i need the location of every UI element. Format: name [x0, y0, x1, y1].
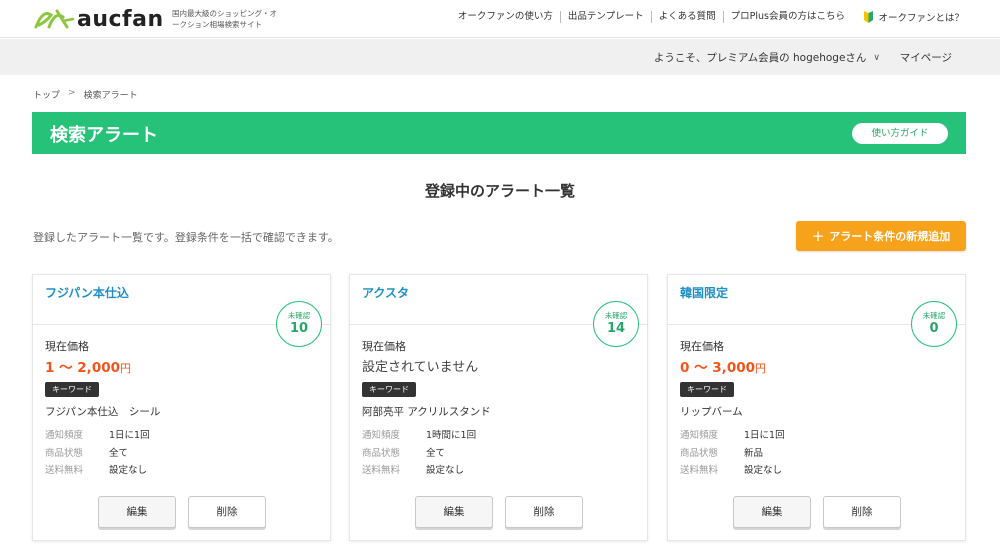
delete-button[interactable]: 削除: [188, 496, 266, 528]
unread-label: 未確認: [287, 311, 311, 320]
price-range: 0 ～ 3,000円: [680, 356, 766, 376]
unread-badge: 未確認 0: [911, 301, 957, 347]
keyword-badge: キーワード: [680, 382, 734, 397]
breadcrumb-top[interactable]: トップ: [33, 88, 60, 101]
guide-button[interactable]: 使い方ガイド: [852, 123, 948, 144]
price-value: 1 ～ 2,000: [45, 360, 120, 376]
alert-title-link[interactable]: アクスタ: [362, 284, 409, 301]
about-link[interactable]: オークファンとは？: [864, 10, 964, 24]
price-value: 0 ～ 3,000: [680, 360, 755, 376]
price-unit: 円: [755, 362, 766, 375]
keyword-text: リップバーム: [680, 406, 743, 418]
about-label: オークファンとは？: [878, 13, 964, 24]
add-alert-button[interactable]: + アラート条件の新規追加: [796, 221, 966, 251]
nav-link-how-to-use[interactable]: オークファンの使い方: [451, 11, 560, 23]
condition-label: 商品状態: [680, 447, 719, 459]
frequency-label: 通知頻度: [362, 430, 401, 441]
price-label: 現在価格: [362, 340, 406, 353]
edit-button[interactable]: 編集: [98, 496, 176, 528]
shipping-label: 送料無料: [680, 465, 719, 476]
condition-value: 全て: [426, 447, 446, 459]
frequency-label: 通知頻度: [680, 430, 719, 441]
shipping-value: 設定なし: [426, 465, 465, 476]
add-alert-label: アラート条件の新規追加: [829, 230, 951, 243]
logo-tagline: 国内最大級のショッピング・オークション相場検索サイト: [172, 9, 277, 29]
plus-icon: +: [811, 226, 825, 245]
page-title: 検索アラート: [50, 125, 158, 146]
unread-count: 14: [606, 321, 626, 336]
welcome-text: ようこそ、プレミアム会員の hogehogeさん: [653, 52, 867, 64]
condition-label: 商品状態: [45, 447, 84, 459]
nav-link-listing-template[interactable]: 出品テンプレート: [559, 11, 651, 23]
price-not-set: 設定されていません: [362, 360, 479, 375]
frequency-label: 通知頻度: [45, 430, 84, 441]
breadcrumb: トップ > 検索アラート: [33, 88, 138, 101]
user-bar: ようこそ、プレミアム会員の hogehogeさん ∨ マイページ: [0, 39, 1000, 75]
beginner-mark-icon: [864, 11, 874, 23]
frequency-value: 1時間に1回: [426, 430, 477, 441]
shipping-value: 設定なし: [109, 465, 148, 476]
alert-card: フジパン本仕込 未確認 10 現在価格 1 ～ 2,000円 キーワード フジパ…: [32, 274, 331, 541]
delete-button[interactable]: 削除: [823, 496, 901, 528]
shipping-label: 送料無料: [45, 465, 84, 476]
unread-count: 0: [929, 321, 939, 336]
condition-value: 全て: [109, 447, 129, 459]
mypage-link[interactable]: マイページ: [900, 50, 952, 65]
condition-value: 新品: [744, 447, 764, 459]
alert-settings: 通知頻度 1時間に1回 商品状態 全て 送料無料 設定なし: [362, 427, 476, 480]
keyword-badge: キーワード: [45, 382, 99, 397]
condition-label: 商品状態: [362, 447, 401, 459]
price-label: 現在価格: [45, 340, 89, 353]
unread-label: 未確認: [922, 311, 946, 320]
delete-button[interactable]: 削除: [505, 496, 583, 528]
alert-card: 韓国限定 未確認 0 現在価格 0 ～ 3,000円 キーワード リップバーム …: [667, 274, 966, 541]
edit-button[interactable]: 編集: [733, 496, 811, 528]
section-title: 登録中のアラート一覧: [424, 182, 575, 200]
breadcrumb-separator-icon: >: [68, 88, 76, 98]
frequency-value: 1日に1回: [744, 430, 785, 441]
aucfan-logo[interactable]: aucfan: [33, 6, 164, 32]
price-label: 現在価格: [680, 340, 724, 353]
page-banner: 検索アラート 使い方ガイド: [32, 112, 966, 154]
chevron-down-icon: ∨: [873, 52, 880, 63]
frequency-value: 1日に1回: [109, 430, 150, 441]
price-unit: 円: [120, 362, 131, 375]
top-header: aucfan 国内最大級のショッピング・オークション相場検索サイト オークファン…: [0, 0, 1000, 38]
top-nav: オークファンの使い方 出品テンプレート よくある質問 プロPlus会員の方はこち…: [451, 11, 852, 23]
keyword-text: 阿部亮平 アクリルスタンド: [362, 406, 491, 418]
shipping-value: 設定なし: [744, 465, 783, 476]
section-description: 登録したアラート一覧です。登録条件を一括で確認できます。: [33, 231, 339, 244]
alert-title-link[interactable]: フジパン本仕込: [45, 284, 129, 301]
alert-settings: 通知頻度 1日に1回 商品状態 全て 送料無料 設定なし: [45, 427, 150, 480]
alert-card: アクスタ 未確認 14 現在価格 設定されていません キーワード 阿部亮平 アク…: [349, 274, 648, 541]
keyword-badge: キーワード: [362, 382, 416, 397]
user-menu[interactable]: ようこそ、プレミアム会員の hogehogeさん ∨: [654, 50, 880, 65]
nav-link-faq[interactable]: よくある質問: [650, 11, 723, 23]
unread-badge: 未確認 10: [276, 301, 322, 347]
alert-settings: 通知頻度 1日に1回 商品状態 新品 送料無料 設定なし: [680, 427, 785, 480]
keyword-text: フジパン本仕込 シール: [45, 406, 161, 418]
price-range: 1 ～ 2,000円: [45, 356, 131, 376]
shipping-label: 送料無料: [362, 465, 401, 476]
logo-mark-icon: [34, 9, 75, 29]
breadcrumb-current: 検索アラート: [83, 91, 138, 101]
logo-text: aucfan: [77, 6, 164, 32]
alert-title-link[interactable]: 韓国限定: [680, 284, 728, 301]
unread-count: 10: [289, 321, 309, 336]
edit-button[interactable]: 編集: [415, 496, 493, 528]
unread-label: 未確認: [604, 311, 628, 320]
unread-badge: 未確認 14: [593, 301, 639, 347]
nav-link-pro-plus[interactable]: プロPlus会員の方はこちら: [722, 11, 852, 23]
